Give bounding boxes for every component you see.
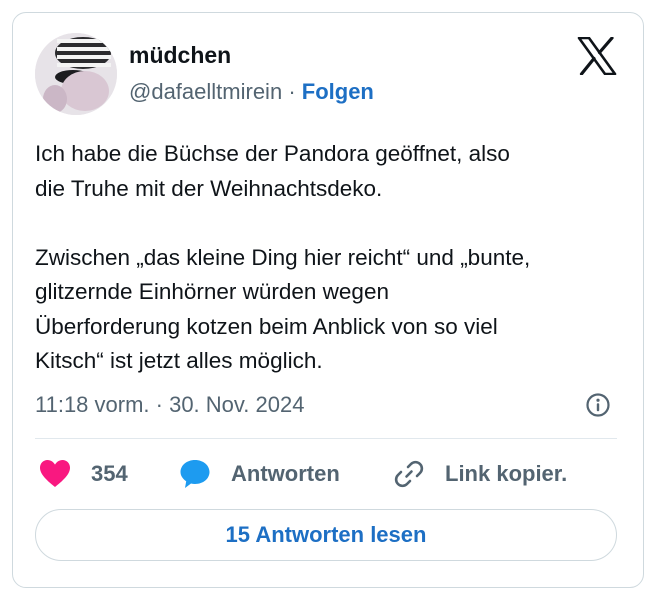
author-display-name[interactable]: müdchen bbox=[129, 41, 231, 69]
separator-dot: · bbox=[288, 79, 296, 104]
copy-link-label: Link kopier. bbox=[445, 461, 568, 486]
author-handle[interactable]: @dafaelltmirein bbox=[129, 79, 282, 104]
like-count: 354 bbox=[91, 461, 128, 486]
reply-label: Antworten bbox=[231, 461, 340, 486]
follow-button[interactable]: Folgen bbox=[302, 79, 374, 104]
read-replies-button[interactable]: 15 Antworten lesen bbox=[35, 509, 617, 561]
avatar[interactable] bbox=[35, 33, 117, 115]
tweet-text: Ich habe die Büchse der Pandora geöffnet… bbox=[35, 141, 531, 373]
info-icon[interactable] bbox=[585, 392, 611, 418]
heart-icon bbox=[40, 460, 70, 487]
copy-link-button[interactable]: Link kopier. bbox=[393, 458, 567, 490]
x-logo-icon[interactable] bbox=[577, 36, 617, 76]
author-handle-row: @dafaelltmirein · Folgen bbox=[129, 78, 374, 106]
link-icon bbox=[394, 460, 424, 488]
tweet-embed-card: müdchen @dafaelltmirein · Folgen Ich hab… bbox=[12, 12, 644, 588]
like-button[interactable]: 354 bbox=[39, 458, 128, 490]
speech-bubble-icon bbox=[180, 460, 210, 488]
tweet-timestamp[interactable]: 11:18 vorm. · 30. Nov. 2024 bbox=[35, 391, 304, 419]
divider bbox=[35, 438, 617, 439]
reply-button[interactable]: Antworten bbox=[179, 458, 340, 490]
